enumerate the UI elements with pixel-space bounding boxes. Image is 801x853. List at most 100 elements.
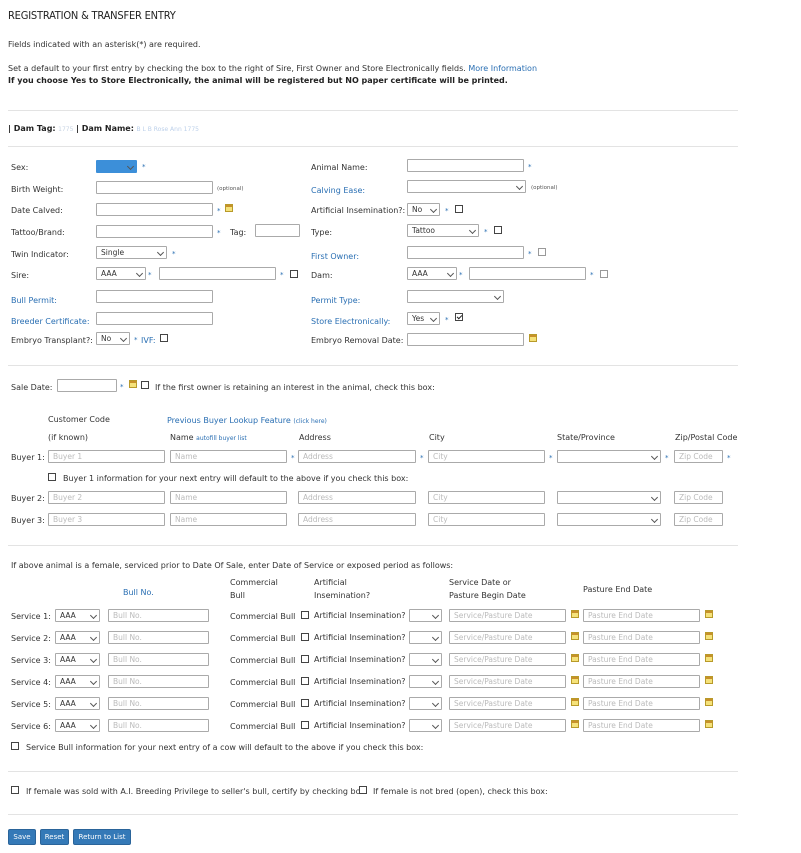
buyer-1-default-checkbox[interactable]: [48, 473, 56, 481]
ai-privilege-checkbox[interactable]: [11, 786, 19, 794]
service-2-end-input[interactable]: Pasture End Date: [583, 631, 700, 644]
buyer-3-name-input[interactable]: Name: [170, 513, 287, 526]
buyer-1-name-input[interactable]: Name: [170, 450, 287, 463]
service-2-bull-input[interactable]: Bull No.: [108, 631, 209, 644]
bull-permit-link[interactable]: Bull Permit:: [11, 296, 57, 305]
service-4-bull-input[interactable]: Bull No.: [108, 675, 209, 688]
type-select[interactable]: Tattoo: [407, 224, 479, 237]
service-4-breed-select[interactable]: AAA: [55, 675, 100, 688]
service-4-date-input[interactable]: Service/Pasture Date: [449, 675, 566, 688]
reset-button[interactable]: Reset: [40, 829, 69, 845]
buyer-3-address-input[interactable]: Address: [298, 513, 416, 526]
calendar-icon[interactable]: [705, 698, 713, 706]
service-2-breed-select[interactable]: AAA: [55, 631, 100, 644]
bull-permit-input[interactable]: [96, 290, 213, 303]
service-3-ai-select[interactable]: [409, 653, 442, 666]
service-2-ai-checkbox[interactable]: [301, 633, 309, 641]
service-5-date-input[interactable]: Service/Pasture Date: [449, 697, 566, 710]
service-6-date-input[interactable]: Service/Pasture Date: [449, 719, 566, 732]
service-5-bull-input[interactable]: Bull No.: [108, 697, 209, 710]
calendar-icon[interactable]: [705, 720, 713, 728]
buyer-lookup-link[interactable]: Previous Buyer Lookup Feature (click her…: [167, 416, 327, 425]
service-4-ai-checkbox[interactable]: [301, 677, 309, 685]
buyer-2-state-select[interactable]: [557, 491, 661, 504]
first-owner-link[interactable]: First Owner:: [311, 252, 359, 261]
service-2-ai-select[interactable]: [409, 631, 442, 644]
embryo-transplant-select[interactable]: No: [96, 332, 130, 345]
permit-type-link[interactable]: Permit Type:: [311, 296, 360, 305]
calendar-icon[interactable]: [705, 676, 713, 684]
service-4-ai-select[interactable]: [409, 675, 442, 688]
store-electronically-select[interactable]: Yes: [407, 312, 440, 325]
buyer-3-zip-input[interactable]: Zip Code: [674, 513, 723, 526]
service-6-breed-select[interactable]: AAA: [55, 719, 100, 732]
buyer-2-address-input[interactable]: Address: [298, 491, 416, 504]
service-1-end-input[interactable]: Pasture End Date: [583, 609, 700, 622]
dam-input[interactable]: [469, 267, 586, 280]
service-1-ai-select[interactable]: [409, 609, 442, 622]
calendar-icon[interactable]: [529, 334, 537, 342]
calendar-icon[interactable]: [705, 610, 713, 618]
buyer-2-city-input[interactable]: City: [428, 491, 545, 504]
service-5-breed-select[interactable]: AAA: [55, 697, 100, 710]
service-3-date-input[interactable]: Service/Pasture Date: [449, 653, 566, 666]
buyer-1-city-input[interactable]: City: [428, 450, 545, 463]
store-default-checkbox[interactable]: [455, 313, 463, 321]
ai-select[interactable]: No: [407, 203, 440, 216]
calendar-icon[interactable]: [571, 720, 579, 728]
service-6-end-input[interactable]: Pasture End Date: [583, 719, 700, 732]
service-1-breed-select[interactable]: AAA: [55, 609, 100, 622]
buyer-1-code-input[interactable]: Buyer 1: [48, 450, 165, 463]
buyer-1-state-select[interactable]: [557, 450, 661, 463]
calendar-icon[interactable]: [571, 610, 579, 618]
sire-input[interactable]: [159, 267, 276, 280]
permit-type-select[interactable]: [407, 290, 504, 303]
sire-default-checkbox[interactable]: [290, 270, 298, 278]
twin-indicator-select[interactable]: Single: [96, 246, 167, 259]
service-1-bull-input[interactable]: Bull No.: [108, 609, 209, 622]
ivf-checkbox[interactable]: [160, 334, 168, 342]
calendar-icon[interactable]: [705, 632, 713, 640]
calendar-icon[interactable]: [705, 654, 713, 662]
buyer-1-address-input[interactable]: Address: [298, 450, 416, 463]
service-5-end-input[interactable]: Pasture End Date: [583, 697, 700, 710]
service-6-ai-select[interactable]: [409, 719, 442, 732]
service-2-date-input[interactable]: Service/Pasture Date: [449, 631, 566, 644]
calving-ease-select[interactable]: [407, 180, 526, 193]
tattoo-input[interactable]: [96, 225, 213, 238]
sale-date-input[interactable]: [57, 379, 117, 392]
buyer-2-code-input[interactable]: Buyer 2: [48, 491, 165, 504]
dam-default-checkbox[interactable]: [600, 270, 608, 278]
service-5-ai-checkbox[interactable]: [301, 699, 309, 707]
animal-name-input[interactable]: [407, 159, 524, 172]
service-1-date-input[interactable]: Service/Pasture Date: [449, 609, 566, 622]
retain-interest-checkbox[interactable]: [141, 381, 149, 389]
dam-breed-select[interactable]: AAA: [407, 267, 457, 280]
tag-input[interactable]: [255, 224, 300, 237]
buyer-2-name-input[interactable]: Name: [170, 491, 287, 504]
date-calved-input[interactable]: [96, 203, 213, 216]
calendar-icon[interactable]: [225, 204, 233, 212]
service-4-end-input[interactable]: Pasture End Date: [583, 675, 700, 688]
first-owner-default-checkbox[interactable]: [538, 248, 546, 256]
autofill-buyer-list-link[interactable]: autofill buyer list: [196, 435, 247, 442]
breeder-certificate-link[interactable]: Breeder Certificate:: [11, 317, 90, 326]
service-default-checkbox[interactable]: [11, 742, 19, 750]
service-3-bull-input[interactable]: Bull No.: [108, 653, 209, 666]
return-to-list-button[interactable]: Return to List: [73, 829, 131, 845]
sire-breed-select[interactable]: AAA: [96, 267, 146, 280]
birth-weight-input[interactable]: [96, 181, 213, 194]
service-1-ai-checkbox[interactable]: [301, 611, 309, 619]
more-information-link[interactable]: More Information: [468, 64, 537, 73]
calving-ease-link[interactable]: Calving Ease:: [311, 186, 365, 195]
buyer-3-state-select[interactable]: [557, 513, 661, 526]
embryo-removal-input[interactable]: [407, 333, 524, 346]
service-5-ai-select[interactable]: [409, 697, 442, 710]
calendar-icon[interactable]: [571, 698, 579, 706]
service-6-bull-input[interactable]: Bull No.: [108, 719, 209, 732]
calendar-icon[interactable]: [571, 632, 579, 640]
service-3-ai-checkbox[interactable]: [301, 655, 309, 663]
type-default-checkbox[interactable]: [494, 226, 502, 234]
buyer-2-zip-input[interactable]: Zip Code: [674, 491, 723, 504]
calendar-icon[interactable]: [571, 676, 579, 684]
